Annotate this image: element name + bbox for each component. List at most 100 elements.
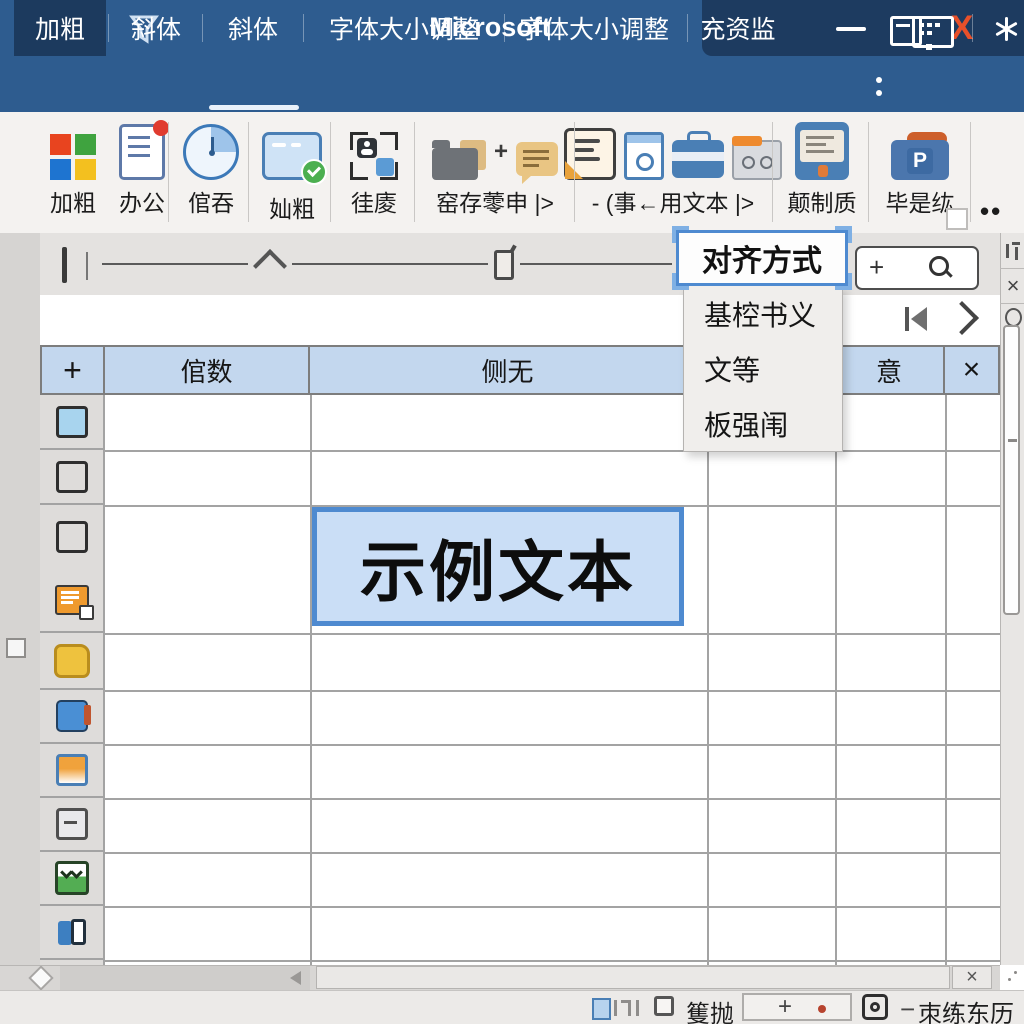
row-header-2[interactable] <box>40 450 103 505</box>
column-header-2[interactable]: 侧无 <box>310 347 707 393</box>
powerpoint-folder-icon: P <box>891 132 949 180</box>
panel-close-icon[interactable]: × <box>1003 273 1023 299</box>
status-checkbox[interactable] <box>654 996 674 1016</box>
ribbon-overflow-icon[interactable]: •• <box>980 196 1002 227</box>
table-body <box>40 395 1000 965</box>
tab-1[interactable]: 斜体 <box>112 0 200 56</box>
ruler-tick <box>86 252 88 280</box>
resize-grip-icon[interactable] <box>1006 969 1020 985</box>
row-header-9[interactable] <box>40 906 103 960</box>
plus-glyph: + <box>494 138 508 166</box>
left-margin <box>0 233 41 965</box>
menu-item-0[interactable]: 基椌书义 <box>684 286 842 341</box>
selected-cell-text: 示例文本 <box>360 519 636 615</box>
zoom-out-icon[interactable]: − <box>900 994 915 1024</box>
crop-person-icon <box>350 132 398 180</box>
minus-square-icon <box>56 808 88 840</box>
row-header-5[interactable] <box>40 690 103 744</box>
empty-square-icon <box>56 461 88 493</box>
menu-item-2[interactable]: 板强闱 <box>684 396 842 451</box>
minimize-button[interactable] <box>836 27 866 31</box>
clipboard-tablet-icon <box>795 122 849 180</box>
dropdown-title: 对齐方式 <box>702 236 822 280</box>
hscroll-track[interactable] <box>60 966 310 990</box>
ribbon-button-3[interactable]: 倌吞 <box>170 118 252 238</box>
ruler-line <box>292 263 488 265</box>
column-header-4[interactable]: 意 <box>835 347 945 393</box>
ribbon-button-8[interactable]: 颠制质 <box>778 118 866 238</box>
window-shield-icon <box>262 132 322 180</box>
orange-gradient-square-icon <box>56 754 88 786</box>
tab-2[interactable]: 斜体 <box>206 0 300 56</box>
sheet-close-icon[interactable]: × <box>952 966 992 989</box>
ruler-eraser-icon[interactable] <box>494 250 514 280</box>
row-header-3[interactable] <box>40 505 103 633</box>
tab-4[interactable]: 字体大小调整 <box>508 0 680 56</box>
pie-clock-icon <box>183 124 239 180</box>
row-header-4[interactable] <box>40 633 103 690</box>
formula-bar[interactable] <box>40 295 1000 347</box>
go-first-icon[interactable] <box>905 305 935 333</box>
blue-book-icon <box>56 700 88 732</box>
ruler-indent-marker[interactable] <box>62 247 67 283</box>
briefcase-icon <box>672 140 724 178</box>
blue-jug-icon <box>58 919 86 945</box>
zoom-control[interactable]: + <box>742 993 852 1021</box>
search-icon[interactable] <box>929 256 949 276</box>
menu-item-1[interactable]: 文等 <box>684 341 842 396</box>
small-white-square <box>946 208 968 230</box>
row-header-column <box>40 395 105 965</box>
zoom-in-icon[interactable]: + <box>778 993 792 1021</box>
row-header-1[interactable] <box>40 395 103 450</box>
comment-bubble-icon <box>516 142 558 176</box>
horizontal-scrollbar-thumb[interactable] <box>316 966 950 989</box>
zoom-slider-dot[interactable] <box>818 1005 826 1013</box>
application-window: Microsoft X 加粗 斜体 斜体 字体大小调整 字体大小调整 充资监 加… <box>0 0 1024 1024</box>
ruler-line <box>520 263 672 265</box>
column-header-1[interactable]: 倌数 <box>105 347 310 393</box>
green-chart-square-icon <box>55 861 89 895</box>
more-options-icon[interactable] <box>874 70 884 103</box>
tab-0[interactable]: 加粗 <box>14 0 106 56</box>
folder-icon <box>432 140 486 180</box>
share-screen-stem <box>926 44 932 50</box>
status-label-right: 朿练东历 <box>918 994 1014 1024</box>
add-column-header[interactable]: + <box>40 347 105 393</box>
microsoft-logo-icon <box>50 134 96 180</box>
alignment-dropdown-header[interactable]: 对齐方式 <box>676 230 848 286</box>
ribbon-button-7[interactable]: - (事←用文本 |> <box>578 118 768 238</box>
yellow-folder-icon <box>54 644 90 678</box>
small-card-icon <box>624 132 664 180</box>
row-header-8[interactable] <box>40 852 103 906</box>
ribbon-tab-bar <box>0 56 1024 112</box>
tab-3[interactable]: 字体大小调整 <box>306 0 502 56</box>
empty-square-icon <box>56 521 88 553</box>
record-icon[interactable] <box>862 994 888 1020</box>
view-mode-icons[interactable] <box>592 996 644 1018</box>
add-icon[interactable]: + <box>869 252 884 283</box>
ribbon-button-4[interactable]: 奾粗 <box>250 118 334 238</box>
tools-asterisk-icon[interactable] <box>994 17 1018 41</box>
orange-note-icon <box>55 585 89 615</box>
gray-card-icon <box>732 140 782 180</box>
share-screen-icon[interactable] <box>912 16 954 48</box>
scroll-left-arrow-icon[interactable] <box>290 971 301 985</box>
checked-blue-square-icon <box>56 406 88 438</box>
orange-document-icon <box>564 128 616 180</box>
active-tab-underline <box>209 105 299 110</box>
margin-marker-square[interactable] <box>6 638 26 658</box>
status-label-left: 篗抛 <box>686 994 734 1024</box>
row-header-7[interactable] <box>40 798 103 852</box>
close-column-header[interactable]: × <box>945 347 1000 393</box>
alignment-dropdown-menu: 基椌书义 文等 板强闱 <box>683 286 843 452</box>
search-input[interactable]: + <box>855 246 979 290</box>
table-header-row: + 倌数 侧无 意 × <box>40 345 1000 395</box>
panel-toggle-icon[interactable] <box>1004 242 1020 260</box>
vertical-scrollbar-thumb[interactable] <box>1003 325 1020 615</box>
selected-cell[interactable]: 示例文本 <box>312 507 684 626</box>
row-header-6[interactable] <box>40 744 103 798</box>
ruler-line <box>102 263 248 265</box>
ribbon-button-5[interactable]: 徍庱 <box>332 118 416 238</box>
ribbon-button-6[interactable]: + 窑存蕶申 |> <box>418 118 572 238</box>
tab-5[interactable]: 充资监 <box>692 0 784 56</box>
